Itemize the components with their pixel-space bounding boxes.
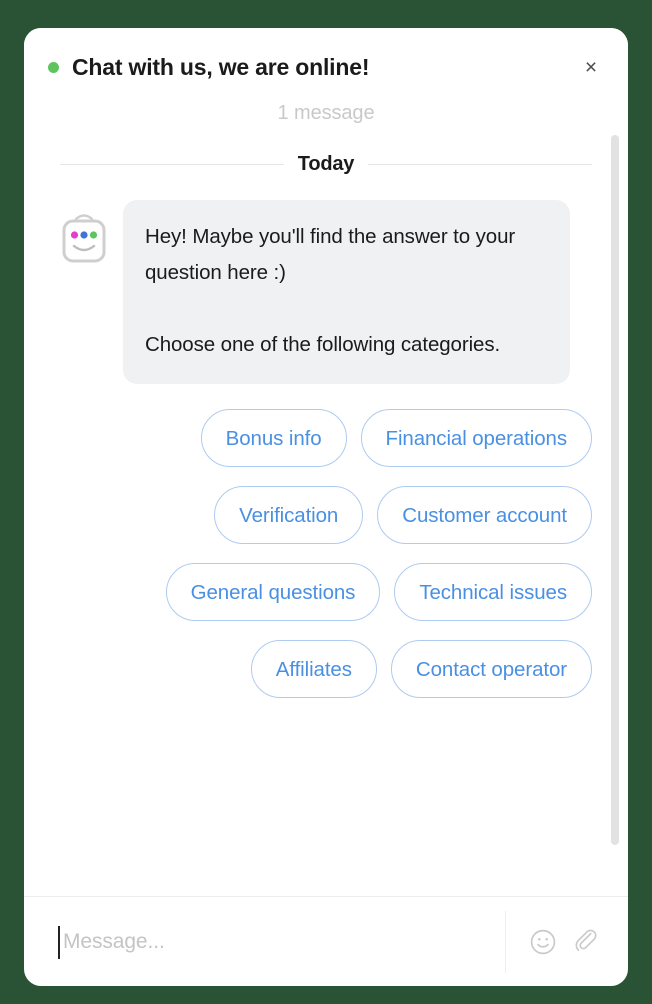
message-composer xyxy=(24,896,628,986)
page-title: Chat with us, we are online! xyxy=(72,53,370,80)
chat-message-list[interactable]: Today Hey! Maybe you'll find the answer … xyxy=(24,125,628,896)
scrollbar-thumb[interactable] xyxy=(611,135,619,845)
quick-reply-verification[interactable]: Verification xyxy=(214,486,364,544)
chat-header: Chat with us, we are online! × 1 message xyxy=(24,28,628,125)
quick-reply-row: Verification Customer account xyxy=(214,486,592,544)
bot-message-row: Hey! Maybe you'll find the answer to you… xyxy=(60,200,592,384)
quick-reply-row: Bonus info Financial operations xyxy=(200,409,592,467)
quick-reply-contact-operator[interactable]: Contact operator xyxy=(390,640,592,698)
chat-widget: Chat with us, we are online! × 1 message… xyxy=(24,28,628,986)
robot-avatar-icon xyxy=(60,210,108,264)
quick-reply-general-questions[interactable]: General questions xyxy=(165,563,381,621)
paperclip-icon[interactable] xyxy=(570,925,604,959)
online-status-dot xyxy=(48,61,59,73)
message-input[interactable] xyxy=(58,929,497,954)
composer-divider xyxy=(505,910,506,973)
close-button[interactable]: × xyxy=(578,54,604,80)
divider-line-left xyxy=(60,164,284,165)
quick-reply-affiliates[interactable]: Affiliates xyxy=(250,640,377,698)
quick-reply-technical-issues[interactable]: Technical issues xyxy=(394,563,592,621)
scrollbar-track[interactable] xyxy=(611,125,619,896)
message-count-label: 1 message xyxy=(277,102,375,124)
quick-reply-group: Bonus info Financial operations Verifica… xyxy=(60,409,592,698)
divider-line-right xyxy=(368,164,593,165)
bubble-paragraph: Choose one of the following categories. xyxy=(145,333,501,356)
text-caret xyxy=(58,925,60,959)
quick-reply-bonus-info[interactable]: Bonus info xyxy=(200,409,347,467)
message-input-wrap xyxy=(58,922,497,962)
quick-reply-financial-operations[interactable]: Financial operations xyxy=(360,409,592,467)
quick-reply-row: Affiliates Contact operator xyxy=(250,640,592,698)
smiley-icon[interactable] xyxy=(526,925,560,959)
date-divider: Today xyxy=(60,153,593,176)
bot-message-bubble: Hey! Maybe you'll find the answer to you… xyxy=(123,200,570,384)
quick-reply-customer-account[interactable]: Customer account xyxy=(377,486,592,544)
chat-header-row: Chat with us, we are online! × xyxy=(48,52,604,82)
date-divider-label: Today xyxy=(297,153,355,175)
bubble-paragraph: Hey! Maybe you'll find the answer to you… xyxy=(145,225,516,284)
quick-reply-row: General questions Technical issues xyxy=(165,563,592,621)
